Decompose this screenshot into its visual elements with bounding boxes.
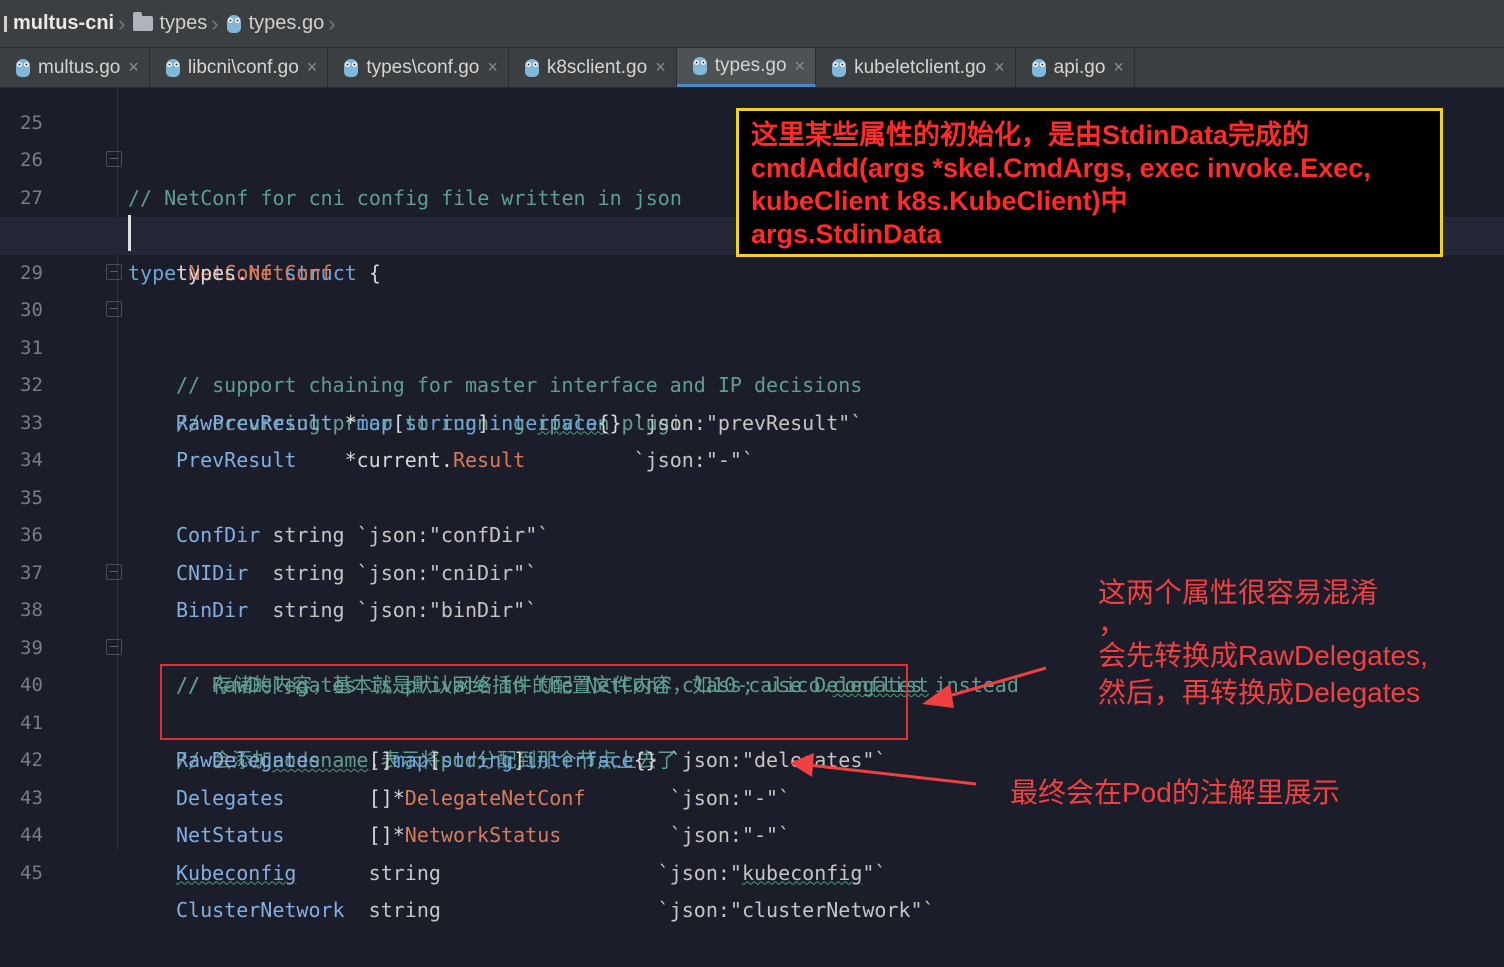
annotation-line: 这里某些属性的初始化，是由StdinData完成的 <box>751 120 1310 150</box>
display-note: 最终会在Pod的注解里展示 <box>1010 777 1340 808</box>
annotation-line: cmdAdd(args *skel.CmdArgs, exec invoke.E… <box>751 153 1371 183</box>
confuse-note: 这两个属性很容易混淆 ， 会先转换成RawDelegates, 然后，再转换成D… <box>1098 577 1428 708</box>
code-line: 45 ClusterNetwork string `json:"clusterN… <box>0 817 1504 923</box>
fold-icon[interactable] <box>106 563 122 580</box>
code-line: 33 PrevResult *current.Result `json:"-"` <box>0 367 1504 473</box>
breadcrumb-project[interactable]: multus-cni <box>0 0 114 47</box>
code-line: 35 ConfDir string `json:"confDir"` <box>0 442 1504 548</box>
breadcrumb-folder[interactable]: types <box>133 0 207 47</box>
code-line: 32 RawPrevResult *map[string]interface{}… <box>0 330 1504 435</box>
chevron-right-icon: › <box>211 10 219 36</box>
code-line: 34 <box>0 405 1504 471</box>
folder-icon <box>133 12 154 31</box>
chevron-right-icon: › <box>118 10 126 36</box>
code-line: 25 <box>0 67 1504 134</box>
field-name: ClusterNetwork <box>176 898 345 922</box>
annotation-box: 这里某些属性的初始化，是由StdinData完成的 cmdAdd(args *s… <box>736 108 1443 257</box>
struct-tag: `json:"clusterNetwork"` <box>657 898 935 922</box>
breadcrumb-folder-label: types <box>159 12 208 34</box>
breadcrumb: multus-cni › types › types.go › <box>0 0 1504 48</box>
fold-icon[interactable] <box>106 151 122 167</box>
fold-icon[interactable] <box>106 301 122 317</box>
go-file-icon <box>226 14 241 33</box>
fold-icon[interactable] <box>106 263 122 280</box>
breadcrumb-file-label: types.go <box>248 12 325 34</box>
code-line: 31 // occurring prior to running ipvlan … <box>0 292 1504 435</box>
line-number: 45 <box>20 861 43 884</box>
struct-tag-word: kubeconfig <box>741 860 863 885</box>
field-name: Kubeconfig <box>176 860 297 885</box>
annotation-line: kubeClient k8s.KubeClient)中 <box>751 186 1128 216</box>
code-line: 36 CNIDir string `json:"cniDir"` <box>0 480 1504 585</box>
chevron-right-icon: › <box>328 10 336 36</box>
highlight-rectangle <box>160 664 908 740</box>
code-line: 30 // support chaining for master interf… <box>0 255 1504 397</box>
code-line: 37 BinDir string `json:"binDir"` <box>0 517 1504 623</box>
breadcrumb-file[interactable]: types.go <box>226 0 325 47</box>
annotation-line: args.StdinData <box>751 219 942 249</box>
fold-icon[interactable] <box>106 638 122 655</box>
text-caret <box>128 215 131 251</box>
